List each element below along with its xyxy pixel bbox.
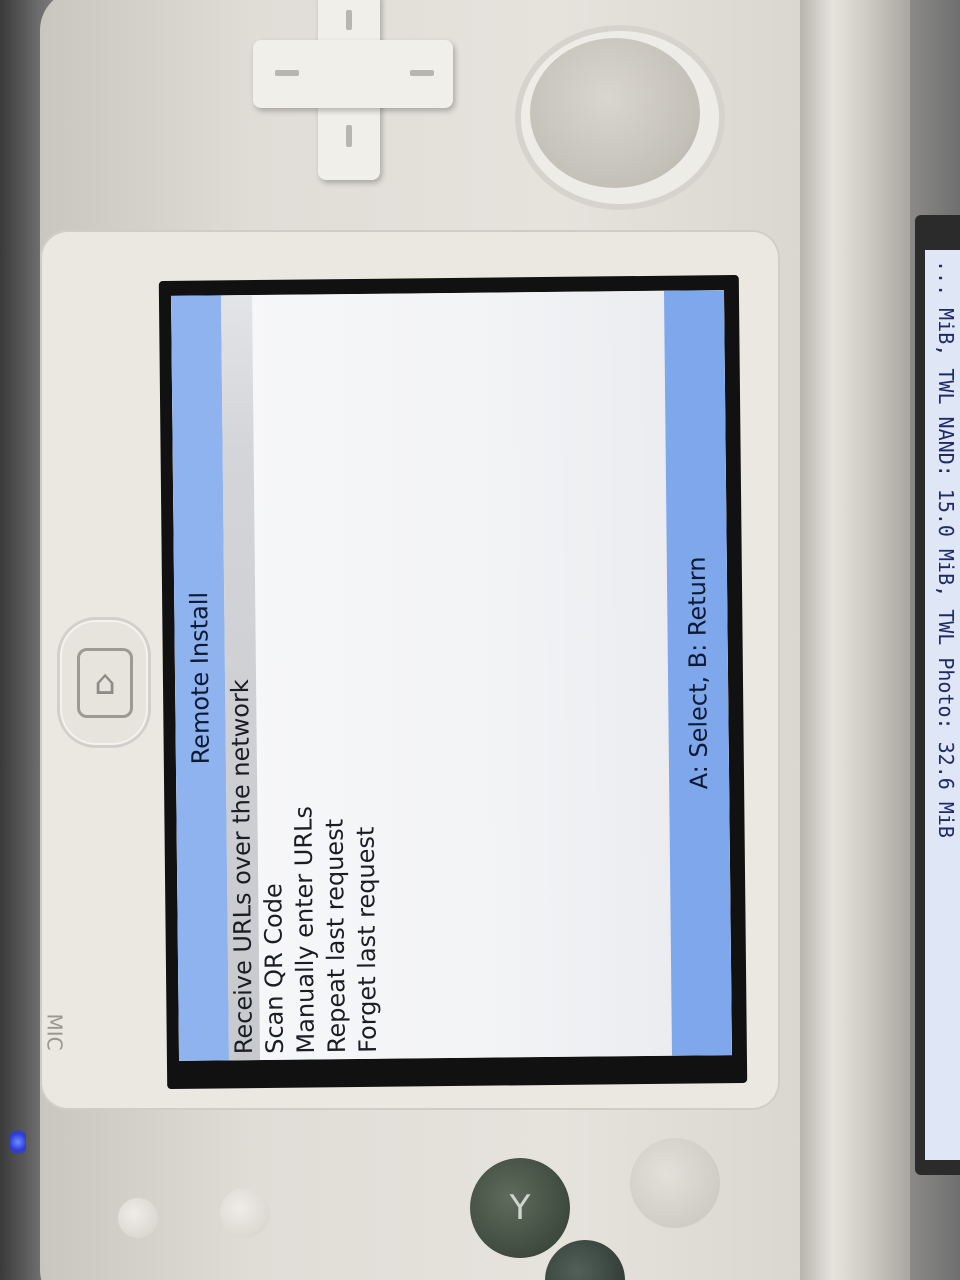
remote-install-menu: Remote Install Receive URLs over the net… (171, 290, 732, 1061)
top-screen-status: ... MiB, TWL NAND: 15.0 MiB, TWL Photo: … (934, 260, 958, 838)
circle-pad[interactable] (530, 38, 700, 188)
mic-label: MIC (42, 1013, 67, 1051)
lower-screen: Remote Install Receive URLs over the net… (171, 290, 732, 1061)
y-button[interactable]: Y (470, 1158, 570, 1258)
dpad-down-mark (346, 125, 352, 147)
dpad-up-mark (346, 10, 352, 30)
page-title: Remote Install (185, 591, 215, 765)
start-button[interactable] (220, 1188, 270, 1238)
dpad-left-mark (275, 70, 299, 76)
device-hinge (800, 0, 910, 1280)
home-icon: ⌂ (77, 648, 133, 718)
power-led (10, 1130, 26, 1154)
select-button[interactable] (118, 1198, 158, 1238)
x-button[interactable] (630, 1138, 720, 1228)
menu-item-forget-last[interactable]: Forget last request (345, 294, 384, 1059)
header-bar: Remote Install (171, 295, 230, 1061)
menu-list: Receive URLs over the network Scan QR Co… (221, 294, 384, 1061)
footer-bar: A: Select, B: Return (663, 290, 732, 1056)
controls-hint: A: Select, B: Return (682, 556, 714, 790)
dpad-right-mark (410, 70, 434, 76)
device-photo: ... MiB, TWL NAND: 15.0 MiB, TWL Photo: … (0, 0, 960, 1280)
